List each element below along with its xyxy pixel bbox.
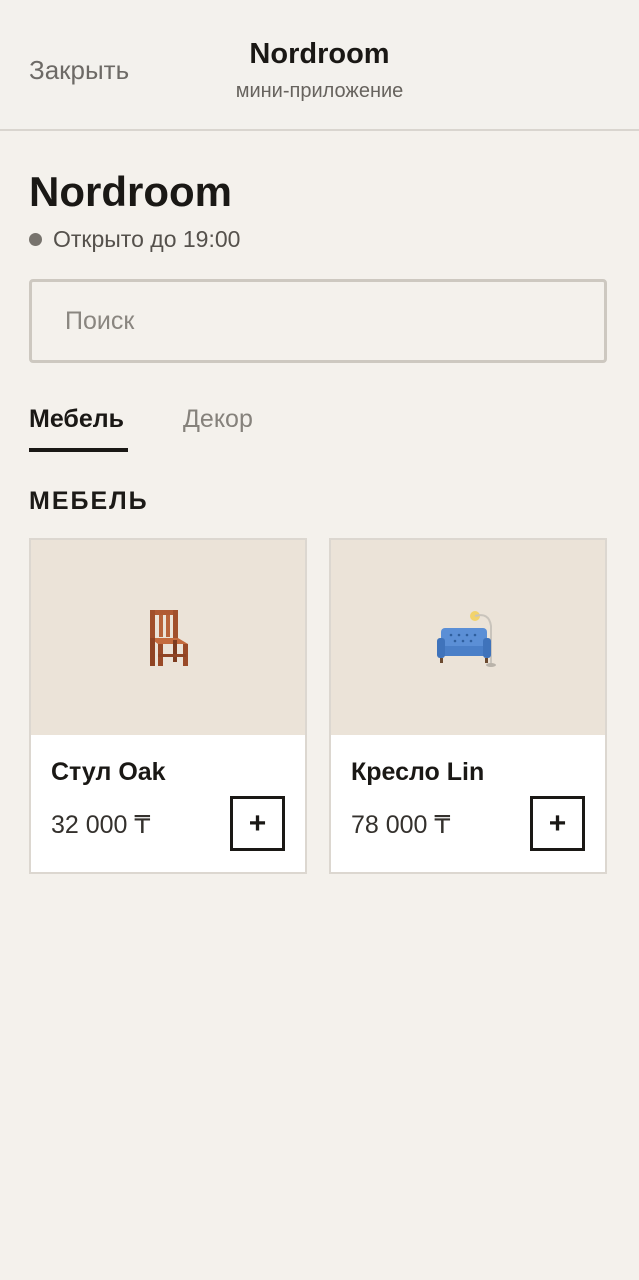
status-dot-icon [29, 233, 42, 246]
product-card-armchair[interactable]: Кресло Lin 78 000 ₸ + [329, 538, 607, 874]
active-tab-indicator [29, 448, 128, 452]
product-image [31, 540, 305, 735]
mini-app-title: Nordroom [249, 38, 390, 70]
product-price: 32 000 ₸ [51, 811, 151, 839]
section-heading: МЕБЕЛЬ [29, 487, 149, 515]
add-to-cart-button[interactable]: + [230, 796, 285, 851]
sofa-icon [437, 610, 496, 667]
search-box[interactable] [29, 279, 607, 363]
store-title: Nordroom [29, 168, 232, 215]
product-card-chair[interactable]: Стул Oak 32 000 ₸ + [29, 538, 307, 874]
chair-icon [150, 609, 188, 666]
tab-furniture[interactable]: Мебель [29, 405, 124, 434]
product-price: 78 000 ₸ [351, 811, 451, 839]
add-to-cart-button[interactable]: + [530, 796, 585, 851]
product-name: Стул Oak [51, 758, 166, 786]
mini-app-header: Закрыть Nordroom мини-приложение [0, 0, 639, 131]
product-name: Кресло Lin [351, 758, 485, 786]
store-status-text: Открыто до 19:00 [53, 226, 241, 252]
mini-app-subtitle: мини-приложение [235, 80, 404, 102]
search-input[interactable] [32, 306, 604, 336]
tab-decor[interactable]: Декор [183, 405, 253, 434]
store-status: Открыто до 19:00 [29, 226, 240, 253]
product-image [331, 540, 605, 735]
